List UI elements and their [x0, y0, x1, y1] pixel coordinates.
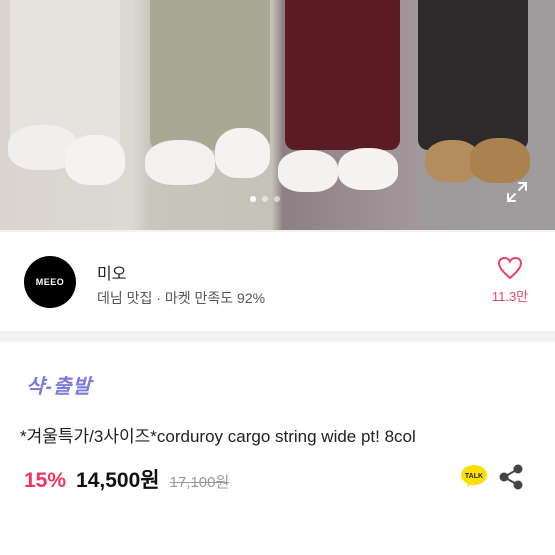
sale-price: 14,500원: [76, 469, 160, 492]
seller-card[interactable]: MEEO 미오 데님 맛집 · 마켓 만족도 92% 11.3만: [0, 232, 555, 331]
shoe-white-2: [65, 135, 125, 185]
talk-label: TALK: [465, 473, 483, 480]
discount-rate: 15%: [24, 469, 67, 492]
carousel-dot[interactable]: [274, 196, 280, 202]
carousel-dot-active[interactable]: [250, 196, 256, 202]
price-row: 15% 14,500원 17,100원: [24, 464, 229, 494]
product-info: 샥-출발 *겨울특가/3사이즈*corduroy cargo string wi…: [0, 342, 555, 555]
share-icon[interactable]: [498, 464, 524, 490]
shoe-white-3: [145, 140, 215, 185]
pants-burgundy: [285, 0, 400, 150]
carousel-dot[interactable]: [262, 196, 268, 202]
shoe-white-4: [215, 128, 270, 178]
seller-description: 데님 맛집 · 마켓 만족도 92%: [97, 290, 266, 306]
pants-black: [418, 0, 528, 150]
brand-logo: 샥-출발: [26, 376, 92, 398]
like-button[interactable]: 11.3만: [485, 256, 535, 305]
product-title: *겨울특가/3사이즈*corduroy cargo string wide pt…: [20, 427, 416, 446]
expand-icon[interactable]: [505, 180, 529, 204]
shoe-white-5: [278, 150, 338, 192]
kakaotalk-share-icon[interactable]: TALK: [460, 464, 488, 488]
product-photo[interactable]: [0, 0, 555, 230]
carousel-dots: [250, 196, 280, 202]
heart-icon: [497, 256, 523, 280]
shoe-white-6: [338, 148, 398, 190]
seller-avatar[interactable]: MEEO: [24, 256, 76, 308]
seller-name[interactable]: 미오: [97, 260, 126, 284]
shoe-tan-2: [470, 138, 530, 183]
pants-khaki: [150, 0, 270, 150]
like-count: 11.3만: [491, 289, 529, 304]
original-price: 17,100원: [169, 474, 230, 491]
